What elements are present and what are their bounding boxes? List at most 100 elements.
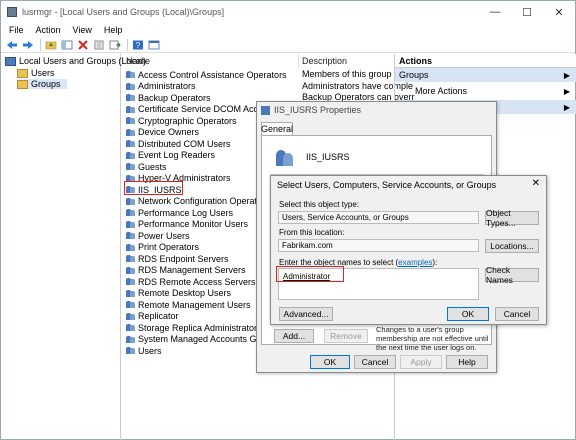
object-types-button[interactable]: Object Types... xyxy=(485,208,539,228)
list-item[interactable]: Event Log Readers xyxy=(126,150,215,161)
collapse-arrow-icon[interactable]: ▶ xyxy=(564,71,570,80)
list-item[interactable]: Network Configuration Operators xyxy=(126,196,270,207)
list-item[interactable]: Device Owners xyxy=(126,127,199,138)
delete-icon[interactable] xyxy=(76,39,89,51)
apply-button[interactable]: Apply xyxy=(400,355,442,369)
list-item[interactable]: Users xyxy=(126,345,162,356)
group-icon xyxy=(126,277,135,286)
menu-view[interactable]: View xyxy=(73,25,92,35)
group-icon xyxy=(126,162,135,171)
toolbar-separator xyxy=(127,38,128,51)
column-header-name[interactable]: Name xyxy=(126,56,150,66)
cancel-button[interactable]: Cancel xyxy=(495,307,539,321)
svg-text:?: ? xyxy=(135,41,140,50)
list-item[interactable]: Cryptographic Operators xyxy=(126,115,237,126)
group-name: Device Owners xyxy=(138,127,200,137)
menu-file[interactable]: File xyxy=(9,25,24,35)
forward-arrow-icon[interactable] xyxy=(21,39,34,51)
list-item[interactable]: Access Control Assistance Operators xyxy=(126,69,287,80)
folder-icon xyxy=(17,79,28,89)
group-icon xyxy=(126,151,135,160)
up-folder-icon[interactable] xyxy=(44,39,57,51)
list-item[interactable]: Guests xyxy=(126,161,167,172)
list-item[interactable]: Power Users xyxy=(126,230,190,241)
actions-section-groups[interactable]: Groups ▶ xyxy=(395,68,576,82)
list-item[interactable]: Storage Replica Administrators xyxy=(126,322,262,333)
highlight-box xyxy=(124,181,183,195)
list-item[interactable]: Certificate Service DCOM Access xyxy=(126,104,272,115)
group-icon xyxy=(126,346,135,355)
group-name: System Managed Accounts Group xyxy=(138,334,275,344)
properties-title-bar: IIS_IUSRS Properties xyxy=(261,105,361,115)
ok-button[interactable]: OK xyxy=(447,307,489,321)
list-item[interactable]: Print Operators xyxy=(126,242,199,253)
remove-button[interactable]: Remove xyxy=(324,329,368,343)
add-button[interactable]: Add... xyxy=(274,329,314,343)
column-header-description[interactable]: Description xyxy=(302,56,347,66)
console-icon[interactable] xyxy=(147,39,160,51)
more-actions-item[interactable]: More Actions ▶ xyxy=(395,84,576,98)
tab-general[interactable]: General xyxy=(261,122,293,135)
list-item[interactable]: RDS Remote Access Servers xyxy=(126,276,256,287)
list-item[interactable]: Replicator xyxy=(126,311,179,322)
list-item[interactable]: RDS Endpoint Servers xyxy=(126,253,229,264)
maximize-button[interactable]: ☐ xyxy=(511,1,543,23)
check-names-button[interactable]: Check Names xyxy=(485,265,539,285)
list-item[interactable]: Distributed COM Users xyxy=(126,138,231,149)
minimize-button[interactable]: — xyxy=(479,1,511,23)
chevron-right-icon: ▶ xyxy=(563,86,570,96)
app-icon xyxy=(7,7,17,17)
group-name: Distributed COM Users xyxy=(138,138,231,149)
advanced-button[interactable]: Advanced... xyxy=(279,307,333,321)
group-name: Storage Replica Administrators xyxy=(138,322,262,333)
export-list-icon[interactable] xyxy=(108,39,121,51)
group-icon xyxy=(126,289,135,298)
close-button[interactable]: ✕ xyxy=(543,1,575,23)
group-name: Administrators xyxy=(138,81,196,91)
column-divider[interactable] xyxy=(298,54,299,68)
properties-icon[interactable] xyxy=(92,39,105,51)
menu-help[interactable]: Help xyxy=(104,25,123,35)
cancel-button[interactable]: Cancel xyxy=(354,355,396,369)
group-icon xyxy=(126,300,135,309)
group-icon xyxy=(126,323,135,332)
group-name: Backup Operators xyxy=(138,92,211,103)
group-name: Replicator xyxy=(138,311,179,321)
group-name: Access Control Assistance Operators xyxy=(138,69,287,80)
close-icon[interactable]: ✕ xyxy=(532,178,540,189)
group-name: Remote Desktop Users xyxy=(138,288,232,298)
list-item[interactable]: Remote Desktop Users xyxy=(126,288,231,299)
group-name: IIS_IUSRS xyxy=(306,152,350,162)
menu-action[interactable]: Action xyxy=(36,25,61,35)
collapse-arrow-icon[interactable]: ▶ xyxy=(564,103,570,112)
back-arrow-icon[interactable] xyxy=(5,39,18,51)
tree-item-users[interactable]: Users xyxy=(17,68,55,78)
group-icon xyxy=(126,254,135,263)
object-type-label: Select this object type: xyxy=(279,200,360,209)
help-button[interactable]: Help xyxy=(446,355,488,369)
list-item[interactable]: Administrators xyxy=(126,81,196,92)
help-icon[interactable]: ? xyxy=(131,39,144,51)
group-icon xyxy=(126,266,135,275)
group-name: Performance Log Users xyxy=(138,207,234,218)
group-icon xyxy=(126,82,135,91)
list-item[interactable]: Backup Operators xyxy=(126,92,211,103)
ok-button[interactable]: OK xyxy=(310,355,350,369)
locations-button[interactable]: Locations... xyxy=(485,239,539,253)
list-item[interactable]: Performance Monitor Users xyxy=(126,219,248,230)
group-icon xyxy=(126,93,135,102)
group-name: Power Users xyxy=(138,230,190,241)
window-title: lusrmgr - [Local Users and Groups (Local… xyxy=(22,7,225,17)
list-item[interactable]: RDS Management Servers xyxy=(126,265,246,276)
group-icon xyxy=(126,312,135,321)
highlight-box xyxy=(276,266,344,282)
list-item[interactable]: Performance Log Users xyxy=(126,207,233,218)
examples-link[interactable]: examples xyxy=(398,258,432,267)
list-item[interactable]: Remote Management Users xyxy=(126,299,251,310)
group-name: Print Operators xyxy=(138,242,200,252)
list-item[interactable]: System Managed Accounts Group xyxy=(126,334,275,345)
toolbar-separator xyxy=(40,38,41,51)
tree-item-groups[interactable]: Groups xyxy=(17,79,67,89)
show-hide-tree-icon[interactable] xyxy=(60,39,73,51)
location-field: Fabrikam.com xyxy=(278,239,479,252)
